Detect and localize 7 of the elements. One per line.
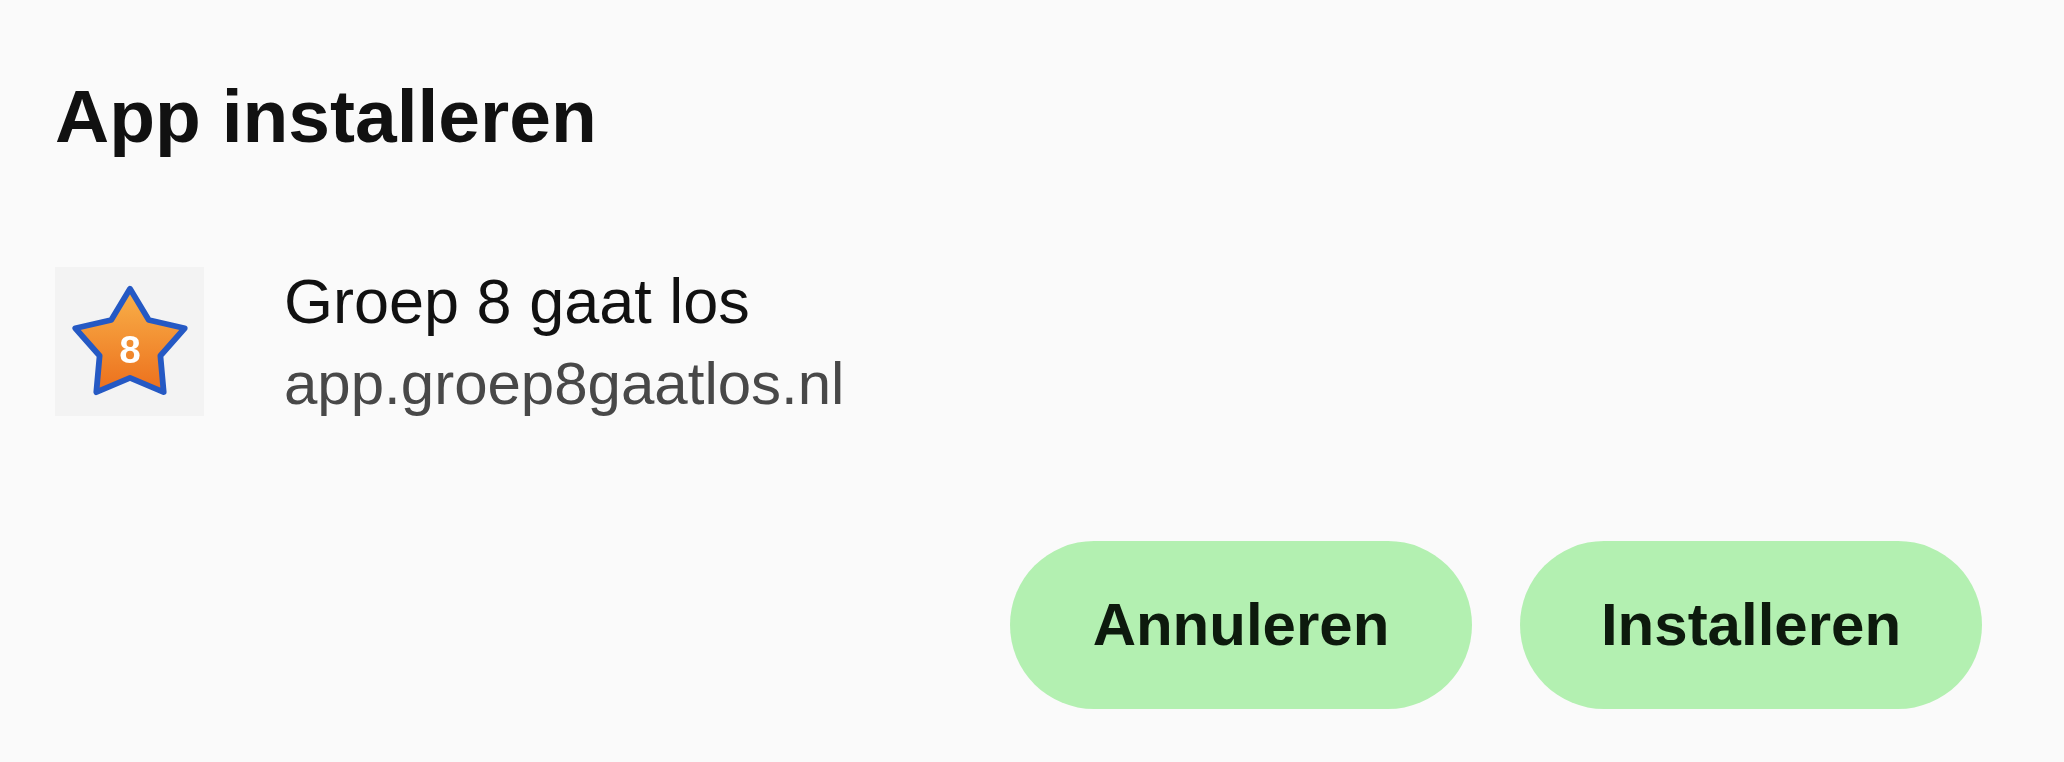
star-icon (71, 285, 188, 395)
install-button[interactable]: Installeren (1520, 540, 1982, 709)
app-url: app.groep8gaatlos.nl (284, 348, 845, 419)
cancel-button[interactable]: Annuleren (1010, 540, 1472, 709)
app-name: Groep 8 gaat los (284, 265, 751, 338)
dialog-title: App installeren (55, 73, 597, 160)
icon-number: 8 (118, 328, 141, 372)
